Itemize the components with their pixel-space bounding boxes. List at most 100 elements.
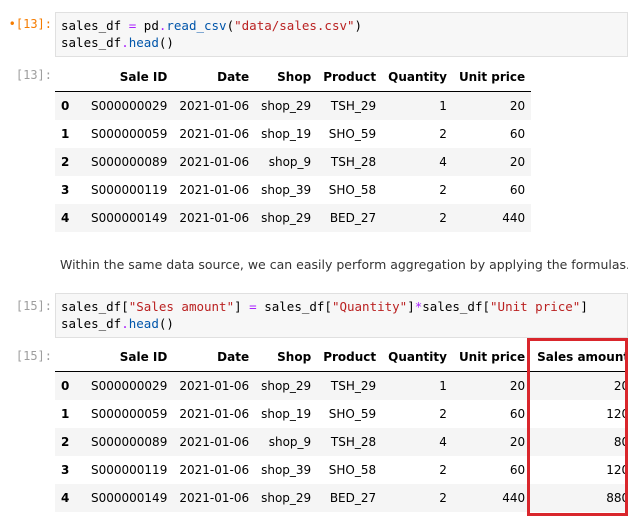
table-row: 1 S000000059 2021-01-06 shop_19 SHO_59 2 60 bbox=[55, 120, 531, 148]
table-row: 0 S000000029 2021-01-06 shop_29 TSH_29 1 20 20 bbox=[55, 371, 628, 400]
index-header bbox=[55, 62, 85, 92]
code-token: ) bbox=[354, 18, 363, 33]
table-row: 1 S000000059 2021-01-06 shop_19 SHO_59 2 60 120 bbox=[55, 400, 628, 428]
table-cell: shop_29 bbox=[261, 490, 312, 505]
column-header: Sales amount bbox=[531, 342, 628, 372]
code-token: ] bbox=[234, 299, 250, 314]
table-cell: 2021-01-06 bbox=[179, 462, 250, 477]
code-line: sales_df = pd.read_csv("data/sales.csv") bbox=[61, 17, 627, 34]
code-token: ( bbox=[226, 18, 235, 33]
table-cell: 2021-01-06 bbox=[179, 490, 250, 505]
table-cell: 60 bbox=[509, 406, 526, 421]
table-cell: 2 bbox=[439, 406, 447, 421]
cell-13-code-editor[interactable]: sales_df = pd.read_csv("data/sales.csv")… bbox=[55, 12, 628, 57]
table-cell: 20 bbox=[509, 434, 526, 449]
row-index: 0 bbox=[61, 98, 70, 113]
table-cell: TSH_29 bbox=[330, 378, 377, 393]
table-cell: 2021-01-06 bbox=[179, 182, 250, 197]
code-line: sales_df["Sales amount"] = sales_df["Qua… bbox=[61, 298, 627, 315]
code-token: sales_df bbox=[61, 18, 129, 33]
table-cell: shop_39 bbox=[261, 182, 312, 197]
table-cell: S000000059 bbox=[91, 406, 168, 421]
table-cell: 440 bbox=[502, 210, 526, 225]
cell-13-input-prompt: •[13]: bbox=[8, 17, 52, 31]
code-token: sales_df[ bbox=[61, 299, 129, 314]
table-cell: shop_29 bbox=[261, 210, 312, 225]
table-cell: 120 bbox=[606, 462, 628, 477]
table-cell: TSH_29 bbox=[330, 98, 377, 113]
table-cell: 440 bbox=[502, 490, 526, 505]
code-token: sales_df bbox=[61, 316, 122, 331]
column-header: Quantity bbox=[382, 62, 453, 92]
table-cell: BED_27 bbox=[329, 210, 377, 225]
cell-15-output-prompt: [15]: bbox=[15, 349, 52, 363]
table-cell: SHO_58 bbox=[328, 462, 377, 477]
table-cell: 4 bbox=[439, 154, 447, 169]
column-header: Sale ID bbox=[85, 62, 174, 92]
table-row: 0 S000000029 2021-01-06 shop_29 TSH_29 1 20 bbox=[55, 91, 532, 120]
code-token: . bbox=[121, 316, 129, 331]
table-cell: 20 bbox=[613, 378, 628, 393]
table-cell: 2021-01-06 bbox=[179, 406, 250, 421]
code-token: ] bbox=[580, 299, 588, 314]
table-cell: SHO_58 bbox=[328, 182, 377, 197]
table-cell: S000000149 bbox=[91, 490, 168, 505]
column-header: Shop bbox=[255, 342, 318, 372]
code-token: read_csv bbox=[166, 18, 227, 33]
table-cell: 1 bbox=[439, 378, 447, 393]
column-header: Unit price bbox=[452, 62, 532, 92]
code-token: "Unit price" bbox=[490, 299, 581, 314]
table-cell: 2021-01-06 bbox=[179, 210, 250, 225]
cell-15-input-prompt: [15]: bbox=[15, 299, 52, 313]
code-line: sales_df.head() bbox=[61, 315, 627, 332]
column-header: Unit price bbox=[452, 342, 532, 372]
row-index: 1 bbox=[61, 126, 70, 141]
table-cell: 20 bbox=[509, 378, 526, 393]
table-row: 4 S000000149 2021-01-06 shop_29 BED_27 2 440 bbox=[55, 203, 532, 232]
table-cell: 2021-01-06 bbox=[179, 154, 250, 169]
table-cell: shop_19 bbox=[261, 406, 312, 421]
column-header: Product bbox=[317, 342, 383, 372]
code-token: "Sales amount" bbox=[128, 299, 235, 314]
cell-15-code-editor[interactable]: sales_df["Sales amount"] = sales_df["Qua… bbox=[55, 293, 628, 338]
table-header-row: Sale ID Date Shop Product Quantity Unit price bbox=[55, 62, 532, 92]
table-cell: 1 bbox=[439, 98, 447, 113]
table-cell: 60 bbox=[509, 462, 526, 477]
code-token: sales_df[ bbox=[256, 299, 332, 314]
table-row: 3 S000000119 2021-01-06 shop_39 SHO_58 2 60 120 bbox=[55, 456, 628, 484]
column-header: Product bbox=[317, 62, 383, 92]
table-cell: S000000089 bbox=[91, 154, 168, 169]
row-index: 3 bbox=[61, 182, 70, 197]
row-index: 3 bbox=[61, 462, 70, 477]
table-cell: shop_29 bbox=[261, 378, 312, 393]
table-cell: 80 bbox=[613, 434, 628, 449]
index-header bbox=[55, 342, 85, 372]
active-cell-marker: • bbox=[8, 17, 16, 31]
code-token: head bbox=[128, 35, 159, 50]
table-cell: 880 bbox=[606, 490, 628, 505]
code-token: ] bbox=[407, 299, 415, 314]
code-token: pd bbox=[136, 18, 159, 33]
table-row: 2 S000000089 2021-01-06 shop_9 TSH_28 4 20 80 bbox=[55, 427, 628, 456]
table-cell: 2 bbox=[439, 126, 447, 141]
table-header-row: Sale ID Date Shop Product Quantity Unit price… bbox=[55, 342, 628, 372]
code-token: head bbox=[128, 316, 159, 331]
table-cell: shop_29 bbox=[261, 98, 312, 113]
column-header: Date bbox=[173, 342, 256, 372]
cell-15-output-dataframe: Sale ID Date Shop Product Quantity Unit price… bbox=[55, 342, 628, 512]
table-row: 3 S000000119 2021-01-06 shop_39 SHO_58 2 60 bbox=[55, 176, 531, 204]
table-cell: 20 bbox=[509, 98, 526, 113]
table-cell: 20 bbox=[509, 154, 526, 169]
cell-13-output-dataframe: Sale ID Date Shop Product Quantity Unit price… bbox=[55, 62, 532, 232]
code-token: () bbox=[158, 35, 174, 50]
code-token: . bbox=[121, 35, 129, 50]
table-cell: S000000119 bbox=[91, 462, 168, 477]
code-token: sales_df bbox=[61, 35, 122, 50]
table-cell: BED_27 bbox=[329, 490, 377, 505]
table-cell: shop_9 bbox=[268, 154, 312, 169]
table-cell: S000000149 bbox=[91, 210, 168, 225]
row-index: 0 bbox=[61, 378, 70, 393]
table-cell: 2 bbox=[439, 490, 447, 505]
row-index: 2 bbox=[61, 154, 70, 169]
table-cell: 4 bbox=[439, 434, 447, 449]
